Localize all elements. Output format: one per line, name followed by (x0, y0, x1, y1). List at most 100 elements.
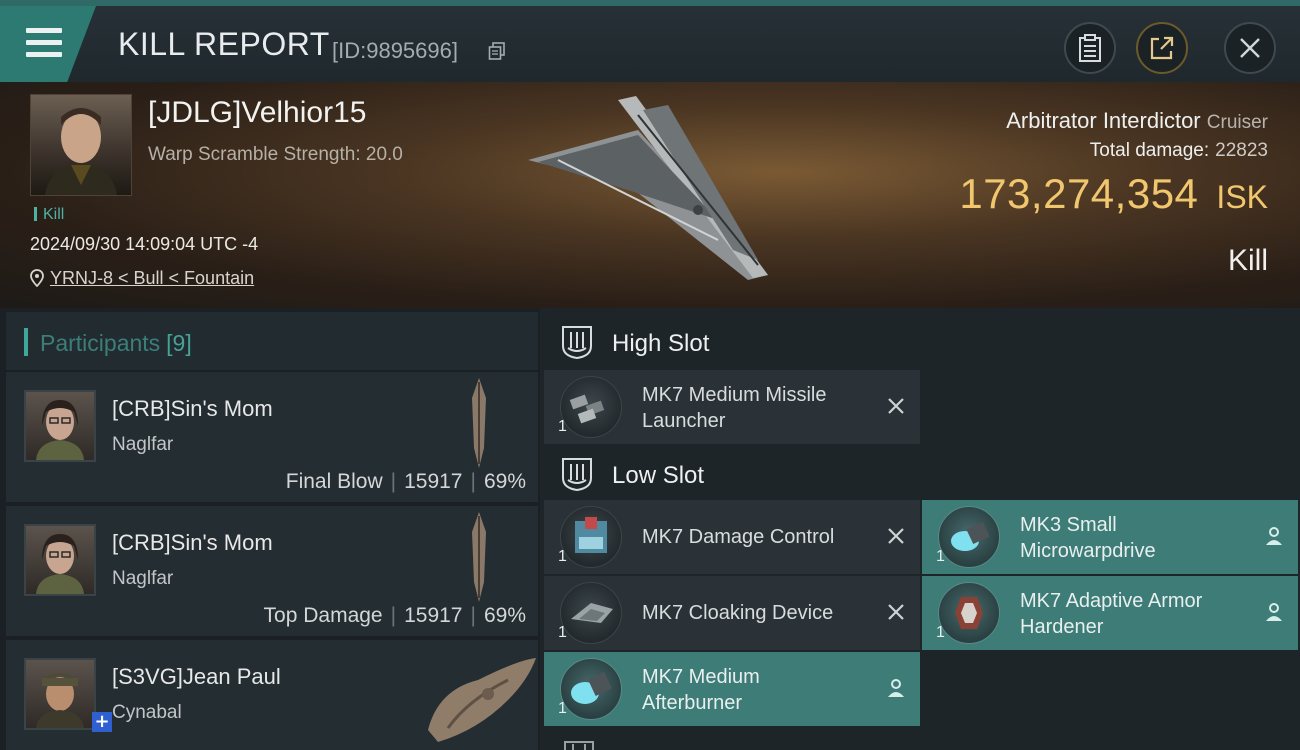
participants-title: Participants [9] (40, 330, 192, 357)
participant-ship: Naglfar (112, 434, 174, 455)
participant-name[interactable]: [CRB]Sin's Mom (112, 530, 273, 556)
module-name: MK7 Damage Control (642, 526, 835, 548)
share-icon (1150, 36, 1174, 60)
person-icon (1266, 603, 1282, 621)
module-quantity: 1 (558, 700, 567, 717)
module-name: MK7 Medium Missile Launcher (642, 382, 872, 434)
module-name-line2: Microwarpdrive (1020, 540, 1156, 562)
victim-ship-line[interactable]: Arbitrator Interdictor Cruiser (1006, 108, 1268, 134)
participant-row[interactable]: + [S3VG]Jean Paul Cynabal (6, 640, 538, 750)
participant-ship: Naglfar (112, 568, 174, 589)
module-name-line1: MK7 Medium Missile (642, 384, 827, 406)
share-button[interactable] (1136, 22, 1188, 74)
module-damage-control[interactable]: 1 MK7 Damage Control (544, 500, 920, 574)
participant-name[interactable]: [CRB]Sin's Mom (112, 396, 273, 422)
victim-banner: [JDLG]Velhior15 Warp Scramble Strength: … (0, 82, 1300, 308)
result-label: Kill (1227, 244, 1268, 277)
portrait-image (36, 534, 84, 594)
participant-stats: Final Blow | 15917 | 69% (285, 470, 526, 493)
total-damage-label: Total damage: (1089, 140, 1210, 161)
armor-hardener-icon (938, 582, 1000, 644)
total-damage-value: 22823 (1215, 140, 1268, 161)
module-microwarpdrive[interactable]: 1 MK3 Small Microwarpdrive (922, 500, 1298, 574)
copy-icon[interactable] (488, 42, 506, 60)
close-button[interactable] (1224, 22, 1276, 74)
module-medium-afterburner[interactable]: 1 MK7 Medium Afterburner (544, 652, 920, 726)
missile-launcher-icon (560, 376, 622, 438)
module-quantity: 1 (936, 624, 945, 641)
participant-percent: 69% (483, 470, 526, 493)
portrait-image (36, 400, 84, 460)
participant-damage: 15917 (404, 604, 463, 627)
menu-button[interactable] (0, 6, 96, 82)
page-title: KILL REPORT (118, 26, 330, 62)
victim-avatar[interactable] (30, 94, 132, 196)
participant-row[interactable]: [CRB]Sin's Mom Naglfar Final Blow | 15917 |… (6, 372, 538, 504)
participant-avatar[interactable] (24, 524, 96, 596)
microwarpdrive-icon (938, 506, 1000, 568)
kill-tag: Kill (34, 206, 64, 224)
participant-avatar[interactable] (24, 390, 96, 462)
participant-damage: 15917 (404, 470, 463, 493)
destroyed-x-icon (888, 528, 904, 544)
participant-row[interactable]: [CRB]Sin's Mom Naglfar Top Damage | 15917 |… (6, 506, 538, 638)
module-name: MK7 Medium Afterburner (642, 664, 872, 716)
module-quantity: 1 (558, 624, 567, 641)
total-damage: Total damage: 22823 (1090, 140, 1268, 162)
hamburger-icon (26, 28, 62, 64)
participant-role: Top Damage (263, 604, 383, 627)
person-icon (888, 679, 904, 697)
clipboard-button[interactable] (1064, 22, 1116, 74)
participants-header: Participants [9] (6, 312, 538, 370)
close-icon (1240, 38, 1260, 58)
participants-title-text: Participants (40, 330, 161, 356)
low-slot-label: Low Slot (612, 462, 705, 489)
module-adaptive-armor-hardener[interactable]: 1 MK7 Adaptive Armor Hardener (922, 576, 1298, 650)
location-pin-icon (30, 269, 44, 287)
module-name-line2: Launcher (642, 410, 726, 432)
module-quantity: 1 (558, 418, 567, 435)
damage-control-icon (560, 506, 622, 568)
participant-percent: 69% (483, 604, 526, 627)
module-name-line1: MK3 Small (1020, 514, 1117, 536)
header-bar: KILL REPORT [ID:9895696] (0, 0, 1300, 82)
module-name: MK7 Cloaking Device (642, 602, 834, 624)
cloaking-device-icon (560, 582, 622, 644)
victim-pilot-name[interactable]: [JDLG]Velhior15 (148, 96, 366, 130)
participant-ship-image (472, 378, 486, 468)
destroyed-x-icon (888, 398, 904, 414)
participant-name[interactable]: [S3VG]Jean Paul (112, 664, 281, 690)
high-slot-label: High Slot (612, 330, 710, 357)
participant-ship: Cynabal (112, 702, 182, 723)
module-name-line2: Afterburner (642, 692, 743, 714)
module-missile-launcher[interactable]: 1 MK7 Medium Missile Launcher (544, 370, 920, 444)
high-slot-header: High Slot (540, 312, 1300, 372)
destroyed-x-icon (888, 604, 904, 620)
module-cloaking-device[interactable]: 1 MK7 Cloaking Device (544, 576, 920, 650)
portrait-image (36, 673, 84, 728)
participant-avatar[interactable]: + (24, 658, 112, 732)
participant-role: Final Blow (285, 470, 383, 493)
next-slot-icon (564, 741, 594, 750)
module-quantity: 1 (558, 548, 567, 565)
module-name-line1: MK7 Medium (642, 666, 760, 688)
fitting-panel: High Slot 1 MK7 Medium Missile Launcher … (540, 308, 1300, 750)
participants-count: [9] (166, 330, 192, 356)
victim-ship-class: Cruiser (1206, 112, 1268, 133)
isk-value: 173,274,354 (959, 170, 1199, 217)
warp-scramble-strength: Warp Scramble Strength: 20.0 (148, 144, 403, 165)
participant-ship-image (428, 658, 536, 742)
section-marker (24, 328, 28, 356)
module-name: MK7 Adaptive Armor Hardener (1020, 588, 1250, 640)
kill-location-link[interactable]: YRNJ-8 < Bull < Fountain (30, 268, 254, 289)
participant-stats: Top Damage | 15917 | 69% (263, 604, 526, 627)
afterburner-icon (560, 658, 622, 720)
kill-datetime: 2024/09/30 14:09:04 UTC -4 (30, 234, 259, 254)
location-text: YRNJ-8 < Bull < Fountain (50, 268, 255, 288)
person-icon (1266, 527, 1282, 545)
participant-ship-image (472, 512, 486, 602)
low-slot-header: Low Slot (540, 444, 1300, 504)
portrait-image (45, 108, 117, 195)
report-id: [ID:9895696] (332, 38, 458, 63)
victim-ship-name: Arbitrator Interdictor (1006, 108, 1201, 133)
